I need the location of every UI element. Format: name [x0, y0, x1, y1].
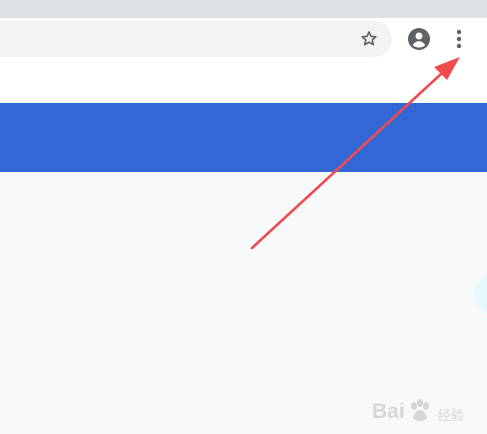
- address-bar[interactable]: [0, 21, 392, 57]
- browser-content-strip: [0, 60, 487, 102]
- browser-tab-strip: [0, 0, 487, 18]
- browser-toolbar: [0, 18, 487, 102]
- page-content-area: [0, 172, 487, 434]
- bookmark-star-button[interactable]: [352, 26, 386, 52]
- page-header-bar: [0, 103, 487, 172]
- vertical-dots-menu-icon: [456, 29, 462, 49]
- profile-button[interactable]: [402, 22, 436, 56]
- browser-menu-button[interactable]: [444, 22, 474, 56]
- account-circle-icon: [408, 28, 430, 50]
- page-canvas: Bai 经验: [0, 0, 487, 434]
- star-outline-icon: [361, 31, 377, 46]
